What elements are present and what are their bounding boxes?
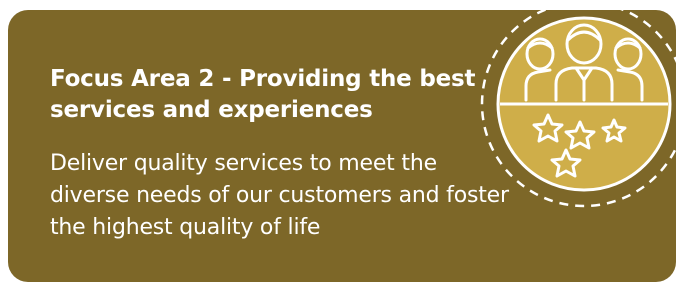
card-title: Focus Area 2 - Providing the best servic… [50,66,476,123]
people-with-stars-icon [480,0,688,208]
card-description: Deliver quality services to meet the div… [50,151,509,240]
focus-area-graphic: Focus Area 2 - Providing the best servic… [0,0,692,288]
